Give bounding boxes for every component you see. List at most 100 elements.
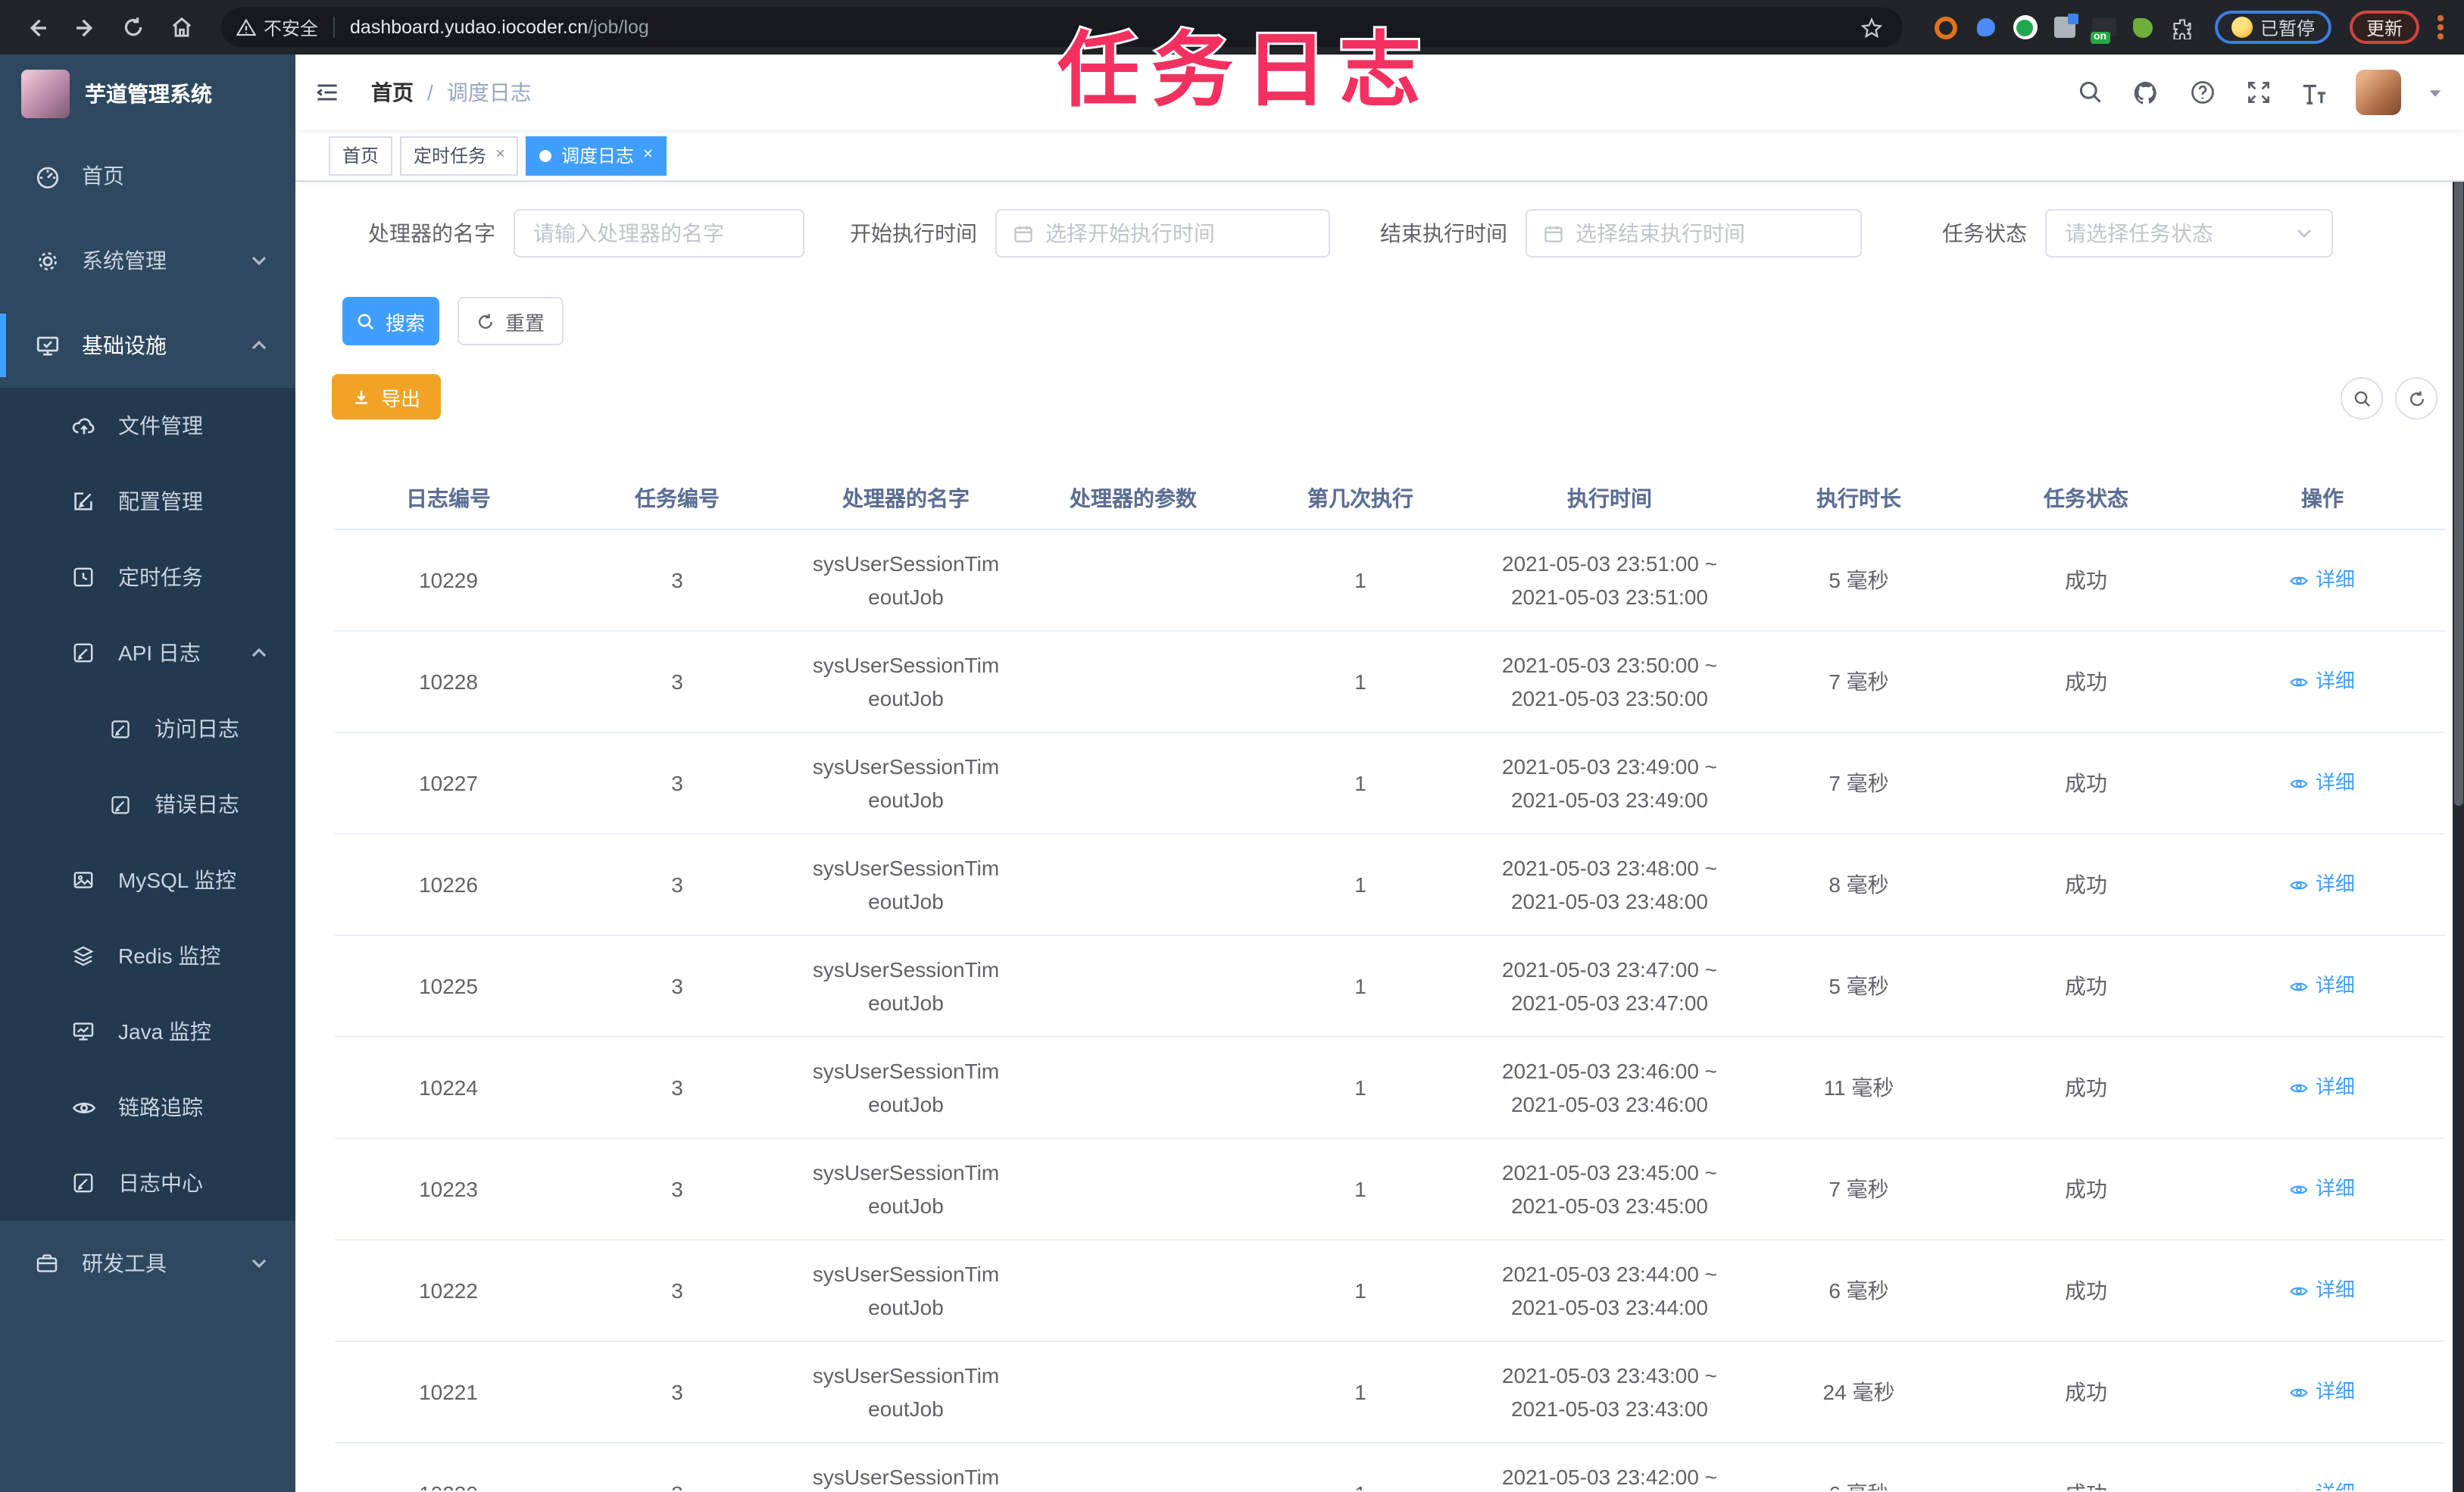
search-button[interactable]: 搜索	[342, 297, 439, 345]
handler-param-cell	[1020, 1139, 1247, 1239]
refresh-table-button[interactable]	[2395, 377, 2437, 420]
detail-link[interactable]: 详细	[2290, 868, 2355, 901]
scrollbar[interactable]	[2452, 55, 2464, 1492]
table-row: 10220 3 sysUserSessionTim eoutJob 1 2021…	[335, 1444, 2445, 1490]
breadcrumb-home[interactable]: 首页	[371, 77, 414, 108]
chevron-down-icon	[250, 1254, 268, 1272]
hamburger-icon[interactable]	[301, 67, 353, 118]
duration-cell: 6 毫秒	[1828, 1278, 1889, 1303]
filter-label: 开始执行时间	[850, 221, 977, 245]
detail-link[interactable]: 详细	[2290, 1477, 2355, 1490]
filter-handler-name: 处理器的名字	[364, 209, 804, 258]
bookmark-star-icon[interactable]	[1857, 12, 1888, 42]
sidebar-item-access-log[interactable]: 访问日志	[0, 691, 295, 766]
reset-button[interactable]: 重置	[458, 297, 564, 345]
log-id-cell: 10225	[419, 974, 478, 998]
export-button[interactable]: 导出	[332, 374, 441, 420]
font-size-icon[interactable]	[2299, 77, 2329, 108]
sidebar-item-infrastructure[interactable]: 基础设施	[0, 303, 295, 388]
browser-menu-icon[interactable]	[2437, 15, 2443, 39]
sidebar-item-log-center[interactable]: 日志中心	[0, 1145, 295, 1221]
app-logo-row[interactable]: 芋道管理系统	[0, 55, 295, 133]
extensions-puzzle-icon[interactable]	[2166, 11, 2200, 44]
log-id-cell: 10220	[335, 1444, 562, 1490]
sidebar-item-scheduled-tasks[interactable]: 定时任务	[0, 539, 295, 615]
exec-index-cell: 1	[1354, 670, 1366, 694]
detail-link[interactable]: 详细	[2290, 766, 2355, 800]
detail-link[interactable]: 详细	[2290, 969, 2355, 1003]
sidebar-item-tracing[interactable]: 链路追踪	[0, 1069, 295, 1145]
extension-on-icon[interactable]: on	[2088, 11, 2121, 44]
detail-link[interactable]: 详细	[2290, 665, 2355, 698]
tag-home[interactable]: 首页	[329, 136, 393, 175]
handler-name-cell: sysUserSessionTim eoutJob	[812, 551, 1000, 609]
toggle-search-button[interactable]	[2341, 377, 2383, 420]
chevron-down-icon	[250, 251, 268, 270]
extension-grid-icon[interactable]	[2048, 11, 2081, 44]
sidebar-item-redis-monitor[interactable]: Redis 监控	[0, 918, 295, 994]
sidebar-item-file-management[interactable]: 文件管理	[0, 388, 295, 464]
browser-update-button[interactable]: 更新	[2349, 11, 2419, 44]
extension-orange-icon[interactable]	[1930, 11, 1963, 44]
github-icon[interactable]	[2131, 77, 2161, 108]
duration-cell: 5 毫秒	[1828, 568, 1889, 592]
sidebar-item-dev-tools[interactable]: 研发工具	[0, 1221, 295, 1306]
detail-link[interactable]: 详细	[2290, 1172, 2355, 1206]
tag-schedule-log[interactable]: 调度日志 ×	[526, 136, 667, 175]
document-edit-icon	[70, 639, 97, 666]
detail-link[interactable]: 详细	[2290, 1274, 2355, 1307]
sidebar-item-api-log[interactable]: API 日志	[0, 615, 295, 691]
forward-icon[interactable]	[64, 6, 106, 48]
exec-time-cell: 2021-05-03 23:46:00 ~ 2021-05-03 23:46:0…	[1501, 1059, 1718, 1116]
exec-index-cell: 1	[1354, 1380, 1366, 1404]
caret-down-icon[interactable]	[2426, 84, 2443, 101]
handler-name-cell: sysUserSessionTim eoutJob	[812, 754, 1000, 812]
close-icon[interactable]: ×	[643, 146, 653, 164]
page-content: 处理器的名字 开始执行时间 结束执行时间	[295, 182, 2464, 1490]
monitor-check-icon	[33, 332, 61, 359]
sidebar-item-java-monitor[interactable]: Java 监控	[0, 994, 295, 1069]
chevron-up-icon	[250, 644, 268, 662]
table-body: 10229 3 sysUserSessionTim eoutJob 1 2021…	[335, 530, 2445, 1490]
tag-scheduled-tasks[interactable]: 定时任务 ×	[400, 136, 519, 175]
extension-pin-icon[interactable]	[1969, 11, 2003, 44]
security-label: 不安全	[264, 17, 319, 39]
eye-icon	[2291, 880, 2309, 889]
table-row: 10221 3 sysUserSessionTim eoutJob 1 2021…	[335, 1342, 2445, 1444]
start-time-input[interactable]	[997, 211, 1329, 256]
main-area: 首页 / 调度日志 首页 定时任务 × 调度日志 × 处理器的名字 请输入处理器…	[295, 55, 2464, 1492]
sidebar-item-config-management[interactable]: 配置管理	[0, 464, 295, 539]
handler-name-cell: sysUserSessionTim eoutJob	[812, 1160, 1000, 1218]
eye-icon	[2291, 576, 2309, 585]
reload-icon[interactable]	[112, 6, 155, 48]
help-icon[interactable]	[2187, 77, 2217, 108]
extension-green-icon[interactable]	[2009, 11, 2042, 44]
scrollbar-thumb[interactable]	[2453, 139, 2462, 806]
search-icon	[358, 313, 374, 329]
user-avatar[interactable]	[2355, 70, 2400, 115]
sidebar-item-error-log[interactable]: 错误日志	[0, 766, 295, 842]
emoji-face-icon	[2231, 17, 2253, 38]
handler-param-cell	[1020, 936, 1247, 1036]
handler-name-input[interactable]	[515, 211, 803, 256]
paused-badge[interactable]: 已暂停	[2214, 11, 2331, 44]
close-icon[interactable]: ×	[495, 146, 505, 164]
extension-leaf-icon[interactable]	[2127, 11, 2160, 44]
sidebar-item-mysql-monitor[interactable]: MySQL 监控	[0, 842, 295, 918]
security-status[interactable]: 不安全	[236, 14, 318, 40]
sidebar-item-system[interactable]: 系统管理	[0, 218, 295, 303]
detail-link[interactable]: 详细	[2290, 1071, 2355, 1104]
breadcrumb: 首页 / 调度日志	[371, 77, 532, 108]
detail-link[interactable]: 详细	[2290, 563, 2355, 597]
back-icon[interactable]	[15, 6, 58, 48]
home-icon[interactable]	[161, 6, 203, 48]
status-select[interactable]: 请选择任务状态	[2045, 209, 2333, 258]
fullscreen-icon[interactable]	[2243, 77, 2273, 108]
eye-icon	[70, 1094, 97, 1121]
detail-link[interactable]: 详细	[2290, 1375, 2355, 1409]
annotation-title: 任务日志	[1055, 23, 1433, 119]
sidebar: 芋道管理系统 首页 系统管理 基础设施 文件管理 配置管理 定时任务 API 日…	[0, 55, 295, 1492]
end-time-input[interactable]	[1527, 211, 1860, 256]
search-icon[interactable]	[2075, 77, 2105, 108]
sidebar-item-home[interactable]: 首页	[0, 133, 295, 218]
